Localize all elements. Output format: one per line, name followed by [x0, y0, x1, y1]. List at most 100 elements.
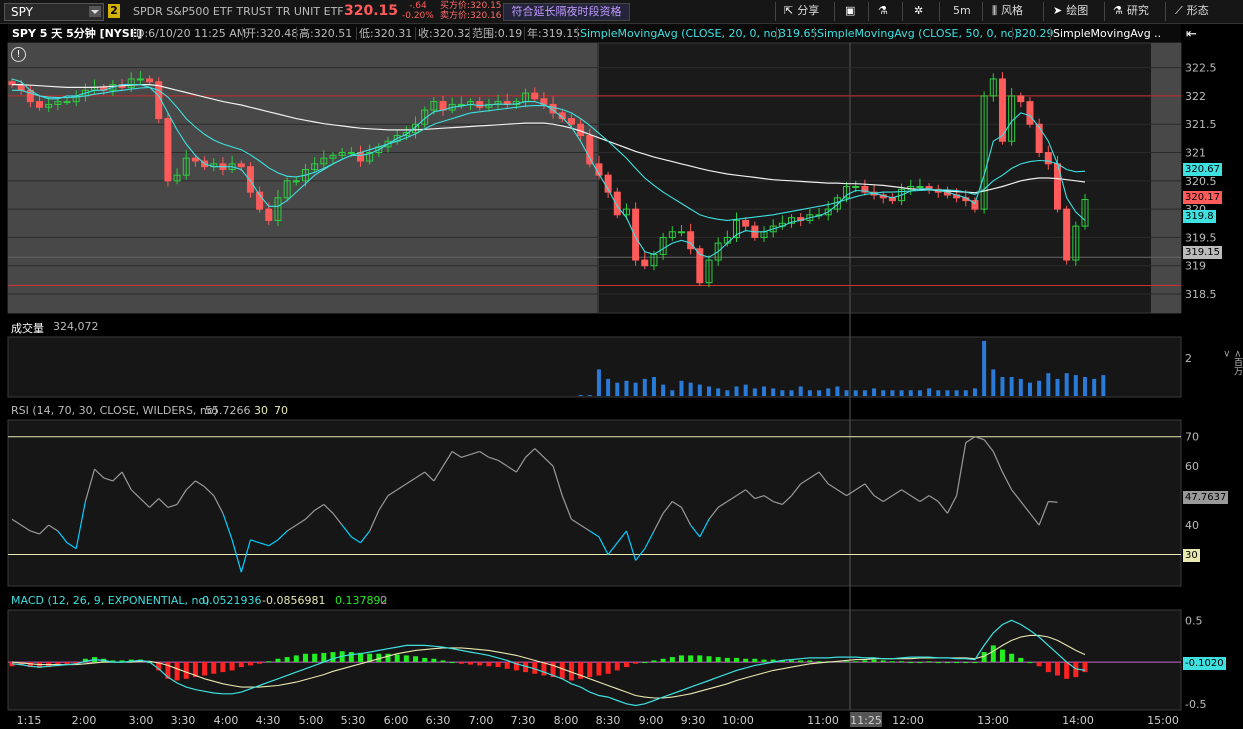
macd-histogram-bar: [999, 649, 1005, 663]
volume-bar: [1009, 377, 1014, 396]
time-tick-label: 3:00: [129, 714, 154, 727]
rsi-panel: [7, 419, 1182, 587]
macd-histogram-bar: [504, 662, 510, 669]
macd-histogram-bar: [669, 657, 675, 663]
candle-body: [146, 78, 154, 83]
volume-bar: [606, 378, 611, 396]
volume-bar: [1101, 375, 1106, 396]
candle-body: [677, 231, 685, 234]
volume-bar: [633, 382, 638, 396]
macd-histogram-bar: [440, 660, 446, 663]
time-tick-label: 8:00: [554, 714, 579, 727]
macd-histogram-bar: [211, 662, 217, 674]
volume-value: 324,072: [53, 320, 99, 333]
volume-bar: [679, 380, 684, 396]
volume-bar: [945, 390, 950, 396]
price-tick-label: 321: [1185, 147, 1206, 160]
time-tick-label: 4:30: [256, 714, 281, 727]
macd-histogram-bar: [889, 661, 895, 663]
macd-histogram-bar: [541, 662, 547, 676]
candle-body: [191, 157, 199, 162]
year-low-tag: 319.15: [1183, 246, 1222, 259]
extended-hours-shading: [8, 43, 599, 313]
macd-histogram-bar: [678, 655, 684, 663]
macd-value: 0.0521936: [202, 594, 262, 607]
macd-histogram-bar: [1036, 662, 1042, 667]
macd-histogram-bar: [596, 662, 602, 676]
macd-histogram-bar: [1064, 662, 1070, 679]
volume-bar: [771, 388, 776, 396]
macd-histogram-bar: [899, 661, 905, 663]
volume-bar: [881, 390, 886, 396]
volume-bar: [826, 388, 831, 396]
volume-bar: [743, 384, 748, 396]
macd-histogram-bar: [330, 652, 336, 663]
candle-body: [347, 152, 355, 155]
volume-bar: [1064, 373, 1069, 396]
time-tick-label: 7:30: [511, 714, 536, 727]
candle-body: [567, 118, 575, 125]
macd-histogram-bar: [348, 652, 354, 663]
macd-histogram-bar: [688, 655, 694, 663]
macd-histogram-bar: [275, 658, 281, 663]
volume-bar: [862, 390, 867, 396]
volume-label: 成交量: [11, 322, 44, 335]
macd-histogram-bar: [734, 657, 740, 663]
rsi-value: 55.7266: [205, 404, 251, 417]
macd-histogram-bar: [302, 653, 308, 663]
candle-body: [1026, 101, 1034, 125]
macd-avg: -0.0856981: [262, 594, 326, 607]
macd-histogram-bar: [807, 660, 813, 663]
macd-histogram-bar: [1009, 653, 1015, 663]
macd-histogram-bar: [385, 653, 391, 663]
macd-histogram-bar: [587, 662, 593, 678]
volume-bar: [835, 386, 840, 396]
macd-histogram-bar: [880, 660, 886, 663]
macd-histogram-bar: [284, 657, 290, 663]
volume-panel: [7, 336, 1182, 398]
macd-histogram-bar: [202, 662, 208, 676]
volume-bar: [1092, 378, 1097, 396]
volume-bar: [789, 390, 794, 396]
price-tick-label: 322: [1185, 90, 1206, 103]
time-tick-label: 13:00: [977, 714, 1009, 727]
macd-histogram-bar: [403, 655, 409, 663]
volume-bar: [936, 390, 941, 396]
chart-canvas[interactable]: 318.5319319.5320320.5321321.5322322.5240…: [0, 0, 1243, 729]
volume-tick-label: 2: [1185, 352, 1192, 365]
candle-body: [265, 208, 273, 221]
volume-bar: [927, 388, 932, 396]
price-tick-label: 320.5: [1185, 175, 1217, 188]
macd-histogram-bar: [229, 662, 235, 671]
candle-body: [586, 135, 594, 165]
macd-histogram-bar: [605, 662, 611, 674]
rsi-level-tag: 30: [1183, 549, 1200, 562]
alert-icon[interactable]: !: [11, 47, 26, 62]
macd-label: MACD (12, 26, 9, EXPONENTIAL, no): [11, 594, 210, 607]
macd-panel: [7, 609, 1182, 711]
time-tick-label: 9:00: [639, 714, 664, 727]
time-tick-label: 14:00: [1062, 714, 1094, 727]
macd-histogram-bar: [293, 655, 299, 663]
macd-histogram-bar: [697, 655, 703, 663]
time-tick-label: 12:00: [892, 714, 924, 727]
volume-bar: [972, 388, 977, 396]
macd-zero: 0: [380, 594, 387, 607]
candle-body: [439, 101, 447, 111]
volume-bar: [734, 386, 739, 396]
macd-histogram-bar: [789, 660, 795, 663]
candle-body: [17, 84, 25, 91]
volume-bar: [651, 377, 656, 396]
rsi-tick-label: 40: [1185, 519, 1199, 532]
candle-body: [356, 152, 364, 162]
rsi-tick-label: 60: [1185, 460, 1199, 473]
time-tick-label: 8:30: [596, 714, 621, 727]
macd-histogram-bar: [559, 662, 565, 679]
volume-bar: [624, 380, 629, 396]
candle-body: [1035, 123, 1043, 154]
time-tick-label: 5:00: [299, 714, 324, 727]
macd-histogram-bar: [312, 653, 318, 663]
macd-histogram-bar: [642, 662, 648, 664]
macd-histogram-bar: [963, 662, 969, 664]
macd-histogram-bar: [853, 661, 859, 663]
